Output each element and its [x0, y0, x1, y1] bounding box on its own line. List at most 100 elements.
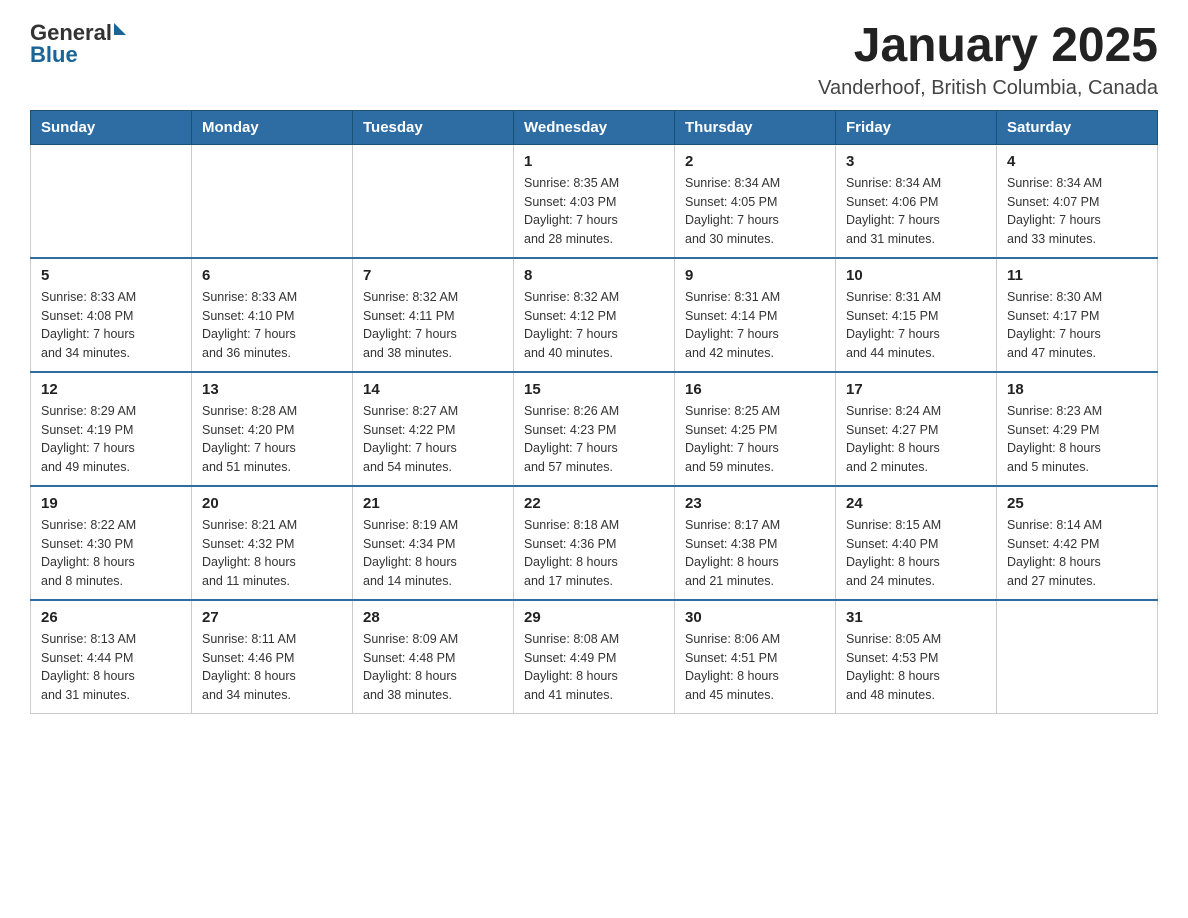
day-number: 9: [685, 267, 825, 284]
calendar-day-cell: 17Sunrise: 8:24 AMSunset: 4:27 PMDayligh…: [836, 372, 997, 486]
day-info: Sunrise: 8:22 AMSunset: 4:30 PMDaylight:…: [41, 516, 181, 591]
calendar-day-cell: 4 Sunrise: 8:34 AMSunset: 4:07 PMDaylight…: [997, 144, 1158, 258]
day-info: Sunrise: 8:32 AMSunset: 4:12 PMDaylight:…: [524, 288, 664, 363]
day-number: 7: [363, 267, 503, 284]
day-info: Sunrise: 8:28 AMSunset: 4:20 PMDaylight:…: [202, 402, 342, 477]
day-number: 26: [41, 609, 181, 626]
day-info: Sunrise: 8:30 AMSunset: 4:17 PMDaylight:…: [1007, 288, 1147, 363]
day-info: Sunrise: 8:14 AMSunset: 4:42 PMDaylight:…: [1007, 516, 1147, 591]
calendar-day-cell: 6 Sunrise: 8:33 AMSunset: 4:10 PMDaylight…: [192, 258, 353, 372]
day-number: 24: [846, 495, 986, 512]
title-block: January 2025 Vanderhoof, British Columbi…: [818, 20, 1158, 100]
day-number: 5: [41, 267, 181, 284]
calendar-table: SundayMondayTuesdayWednesdayThursdayFrid…: [30, 110, 1158, 714]
day-info: Sunrise: 8:15 AMSunset: 4:40 PMDaylight:…: [846, 516, 986, 591]
day-of-week-header: Saturday: [997, 110, 1158, 144]
day-of-week-header: Friday: [836, 110, 997, 144]
calendar-day-cell: 26 Sunrise: 8:13 AMSunset: 4:44 PMDayligh…: [31, 600, 192, 714]
day-number: 31: [846, 609, 986, 626]
calendar-day-cell: 11 Sunrise: 8:30 AMSunset: 4:17 PMDayligh…: [997, 258, 1158, 372]
day-of-week-header: Tuesday: [353, 110, 514, 144]
calendar-day-cell: [353, 144, 514, 258]
day-number: 20: [202, 495, 342, 512]
day-info: Sunrise: 8:29 AMSunset: 4:19 PMDaylight:…: [41, 402, 181, 477]
day-of-week-header: Sunday: [31, 110, 192, 144]
calendar-day-cell: 21 Sunrise: 8:19 AMSunset: 4:34 PMDayligh…: [353, 486, 514, 600]
day-number: 1: [524, 153, 664, 170]
calendar-day-cell: 19 Sunrise: 8:22 AMSunset: 4:30 PMDayligh…: [31, 486, 192, 600]
calendar-day-cell: 3 Sunrise: 8:34 AMSunset: 4:06 PMDaylight…: [836, 144, 997, 258]
calendar-day-cell: 22 Sunrise: 8:18 AMSunset: 4:36 PMDayligh…: [514, 486, 675, 600]
calendar-day-cell: 14Sunrise: 8:27 AMSunset: 4:22 PMDayligh…: [353, 372, 514, 486]
day-number: 19: [41, 495, 181, 512]
calendar-day-cell: 9 Sunrise: 8:31 AMSunset: 4:14 PMDaylight…: [675, 258, 836, 372]
day-number: 25: [1007, 495, 1147, 512]
day-info: Sunrise: 8:25 AMSunset: 4:25 PMDaylight:…: [685, 402, 825, 477]
day-number: 21: [363, 495, 503, 512]
day-info: Sunrise: 8:17 AMSunset: 4:38 PMDaylight:…: [685, 516, 825, 591]
page-header: General Blue January 2025 Vanderhoof, Br…: [30, 20, 1158, 100]
day-info: Sunrise: 8:18 AMSunset: 4:36 PMDaylight:…: [524, 516, 664, 591]
calendar-day-cell: 13Sunrise: 8:28 AMSunset: 4:20 PMDayligh…: [192, 372, 353, 486]
day-info: Sunrise: 8:23 AMSunset: 4:29 PMDaylight:…: [1007, 402, 1147, 477]
day-info: Sunrise: 8:33 AMSunset: 4:10 PMDaylight:…: [202, 288, 342, 363]
calendar-day-cell: 16 Sunrise: 8:25 AMSunset: 4:25 PMDayligh…: [675, 372, 836, 486]
calendar-header-row: SundayMondayTuesdayWednesdayThursdayFrid…: [31, 110, 1158, 144]
day-number: 15: [524, 381, 664, 398]
day-of-week-header: Thursday: [675, 110, 836, 144]
calendar-day-cell: 30Sunrise: 8:06 AMSunset: 4:51 PMDayligh…: [675, 600, 836, 714]
day-info: Sunrise: 8:31 AMSunset: 4:14 PMDaylight:…: [685, 288, 825, 363]
logo-triangle-icon: [114, 23, 126, 35]
calendar-day-cell: 10Sunrise: 8:31 AMSunset: 4:15 PMDayligh…: [836, 258, 997, 372]
day-number: 12: [41, 381, 181, 398]
day-number: 16: [685, 381, 825, 398]
calendar-day-cell: 5Sunrise: 8:33 AMSunset: 4:08 PMDaylight…: [31, 258, 192, 372]
day-info: Sunrise: 8:19 AMSunset: 4:34 PMDaylight:…: [363, 516, 503, 591]
calendar-week-row: 5Sunrise: 8:33 AMSunset: 4:08 PMDaylight…: [31, 258, 1158, 372]
day-number: 22: [524, 495, 664, 512]
month-title: January 2025: [818, 20, 1158, 73]
logo-blue-text: Blue: [30, 42, 78, 68]
location-title: Vanderhoof, British Columbia, Canada: [818, 77, 1158, 100]
calendar-day-cell: 15 Sunrise: 8:26 AMSunset: 4:23 PMDayligh…: [514, 372, 675, 486]
day-number: 14: [363, 381, 503, 398]
calendar-day-cell: 2 Sunrise: 8:34 AMSunset: 4:05 PMDaylight…: [675, 144, 836, 258]
calendar-day-cell: 25 Sunrise: 8:14 AMSunset: 4:42 PMDayligh…: [997, 486, 1158, 600]
calendar-week-row: 26 Sunrise: 8:13 AMSunset: 4:44 PMDayligh…: [31, 600, 1158, 714]
day-info: Sunrise: 8:13 AMSunset: 4:44 PMDaylight:…: [41, 630, 181, 705]
calendar-day-cell: 27 Sunrise: 8:11 AMSunset: 4:46 PMDayligh…: [192, 600, 353, 714]
day-number: 18: [1007, 381, 1147, 398]
day-number: 11: [1007, 267, 1147, 284]
calendar-day-cell: 18 Sunrise: 8:23 AMSunset: 4:29 PMDayligh…: [997, 372, 1158, 486]
calendar-day-cell: 31 Sunrise: 8:05 AMSunset: 4:53 PMDayligh…: [836, 600, 997, 714]
day-number: 8: [524, 267, 664, 284]
calendar-day-cell: 7 Sunrise: 8:32 AMSunset: 4:11 PMDaylight…: [353, 258, 514, 372]
day-info: Sunrise: 8:05 AMSunset: 4:53 PMDaylight:…: [846, 630, 986, 705]
day-info: Sunrise: 8:24 AMSunset: 4:27 PMDaylight:…: [846, 402, 986, 477]
calendar-day-cell: 28Sunrise: 8:09 AMSunset: 4:48 PMDayligh…: [353, 600, 514, 714]
day-number: 6: [202, 267, 342, 284]
calendar-day-cell: 1Sunrise: 8:35 AMSunset: 4:03 PMDaylight…: [514, 144, 675, 258]
day-info: Sunrise: 8:26 AMSunset: 4:23 PMDaylight:…: [524, 402, 664, 477]
day-number: 27: [202, 609, 342, 626]
day-info: Sunrise: 8:08 AMSunset: 4:49 PMDaylight:…: [524, 630, 664, 705]
calendar-day-cell: 12 Sunrise: 8:29 AMSunset: 4:19 PMDayligh…: [31, 372, 192, 486]
day-info: Sunrise: 8:34 AMSunset: 4:07 PMDaylight:…: [1007, 174, 1147, 249]
day-info: Sunrise: 8:09 AMSunset: 4:48 PMDaylight:…: [363, 630, 503, 705]
day-of-week-header: Wednesday: [514, 110, 675, 144]
day-number: 2: [685, 153, 825, 170]
calendar-day-cell: 20 Sunrise: 8:21 AMSunset: 4:32 PMDayligh…: [192, 486, 353, 600]
day-info: Sunrise: 8:21 AMSunset: 4:32 PMDaylight:…: [202, 516, 342, 591]
calendar-day-cell: [997, 600, 1158, 714]
day-info: Sunrise: 8:32 AMSunset: 4:11 PMDaylight:…: [363, 288, 503, 363]
day-info: Sunrise: 8:11 AMSunset: 4:46 PMDaylight:…: [202, 630, 342, 705]
calendar-day-cell: 24 Sunrise: 8:15 AMSunset: 4:40 PMDayligh…: [836, 486, 997, 600]
day-of-week-header: Monday: [192, 110, 353, 144]
day-number: 3: [846, 153, 986, 170]
calendar-day-cell: 23Sunrise: 8:17 AMSunset: 4:38 PMDayligh…: [675, 486, 836, 600]
calendar-day-cell: [31, 144, 192, 258]
day-info: Sunrise: 8:34 AMSunset: 4:05 PMDaylight:…: [685, 174, 825, 249]
day-info: Sunrise: 8:34 AMSunset: 4:06 PMDaylight:…: [846, 174, 986, 249]
calendar-week-row: 12 Sunrise: 8:29 AMSunset: 4:19 PMDayligh…: [31, 372, 1158, 486]
day-number: 4: [1007, 153, 1147, 170]
